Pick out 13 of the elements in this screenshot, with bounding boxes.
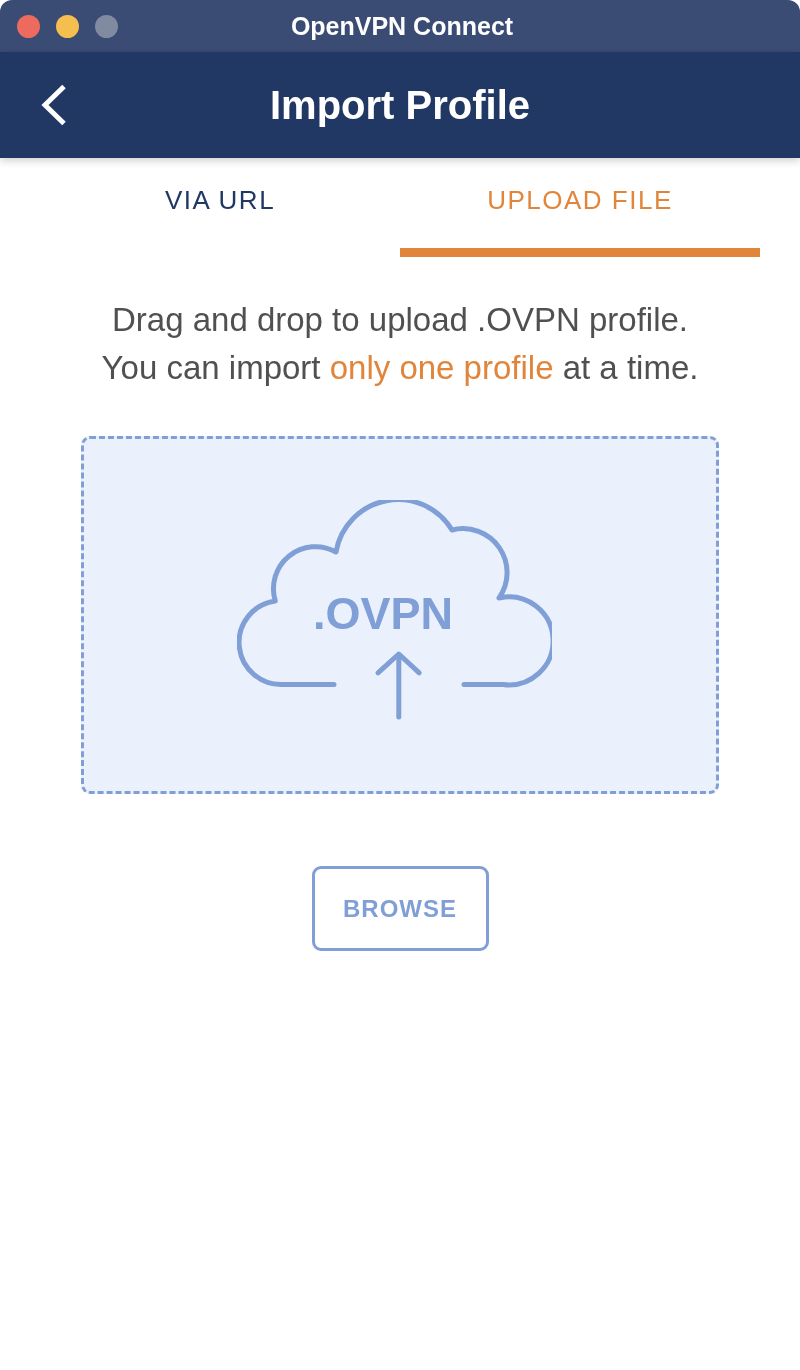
file-type-label: .OVPN — [313, 591, 454, 636]
browse-button[interactable]: BROWSE — [311, 866, 489, 951]
minimize-button[interactable] — [56, 14, 79, 38]
window-title: OpenVPN Connect — [289, 11, 514, 41]
page-title: Import Profile — [270, 82, 530, 128]
cloud-upload-icon — [237, 500, 552, 722]
drop-zone[interactable]: .OVPN — [81, 436, 719, 794]
instruction-text: Drag and drop to upload .OVPN profile. — [111, 300, 689, 340]
tab[interactable]: VIA URL — [40, 158, 400, 257]
close-button[interactable] — [17, 14, 40, 38]
tab[interactable]: UPLOAD FILE — [400, 158, 760, 257]
instruction-text: You can import only one profile at a time. — [100, 348, 700, 388]
back-icon[interactable] — [40, 84, 67, 126]
